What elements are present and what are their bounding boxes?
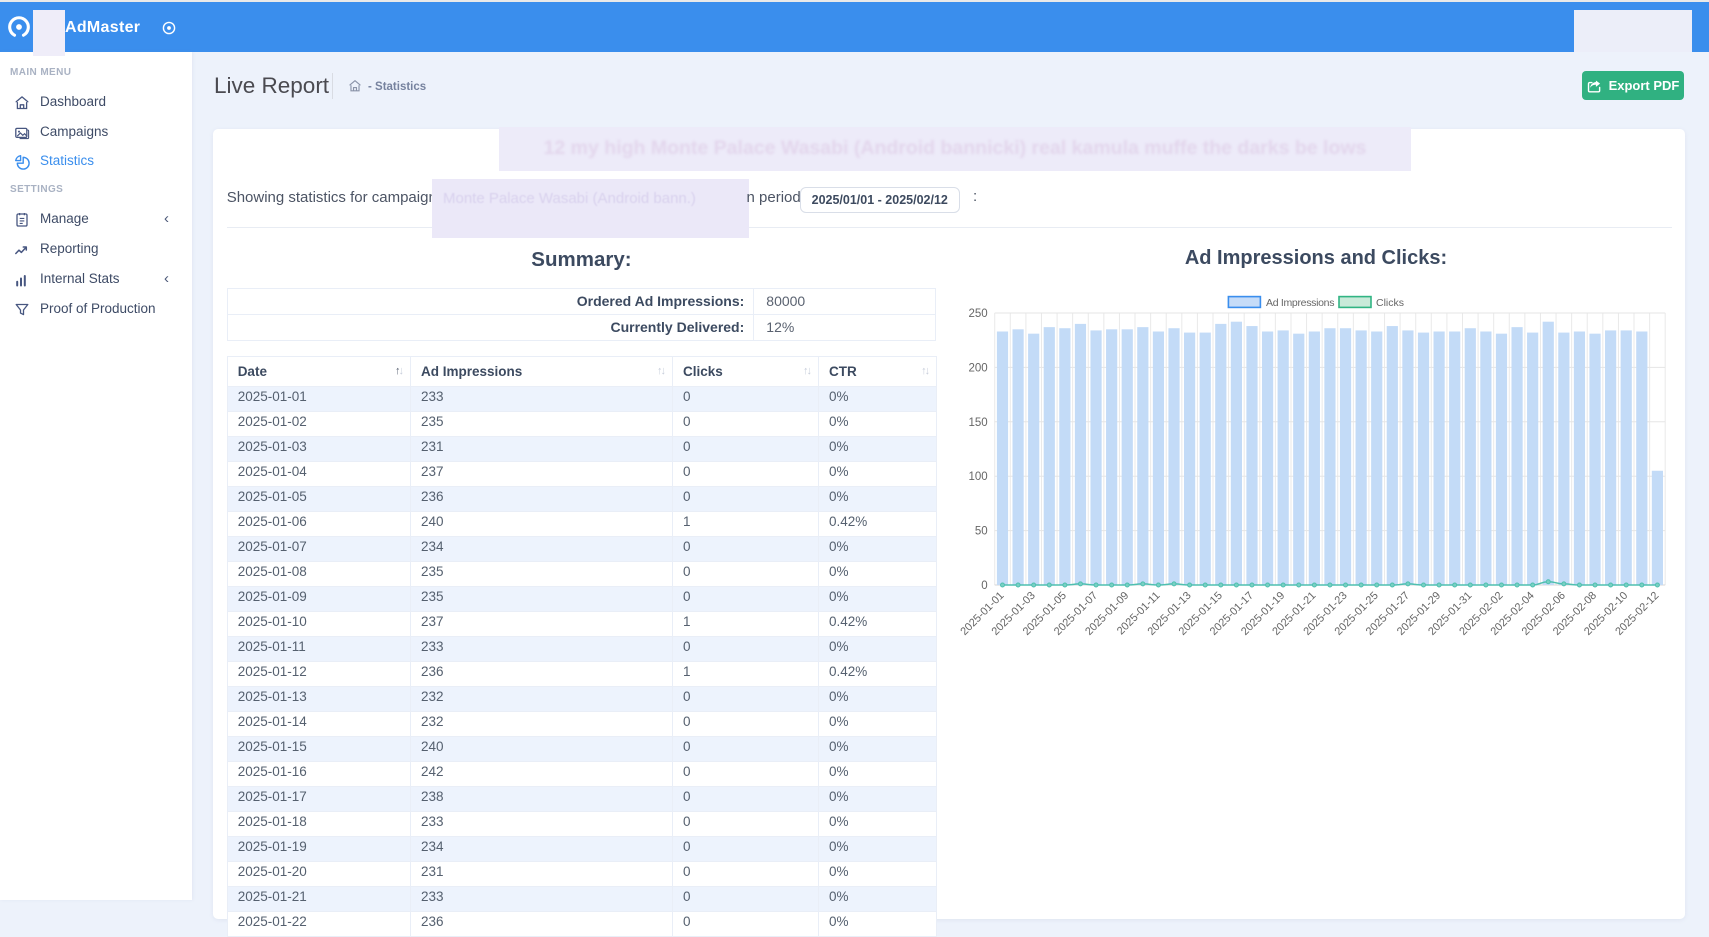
svg-text:Ad Impressions: Ad Impressions (1266, 297, 1334, 309)
svg-text:100: 100 (969, 471, 988, 483)
svg-text:50: 50 (975, 526, 988, 538)
svg-text:250: 250 (969, 308, 988, 320)
svg-text:0: 0 (981, 580, 987, 592)
svg-text:Clicks: Clicks (1376, 297, 1404, 309)
svg-text:200: 200 (969, 362, 988, 374)
svg-text:150: 150 (969, 417, 988, 429)
